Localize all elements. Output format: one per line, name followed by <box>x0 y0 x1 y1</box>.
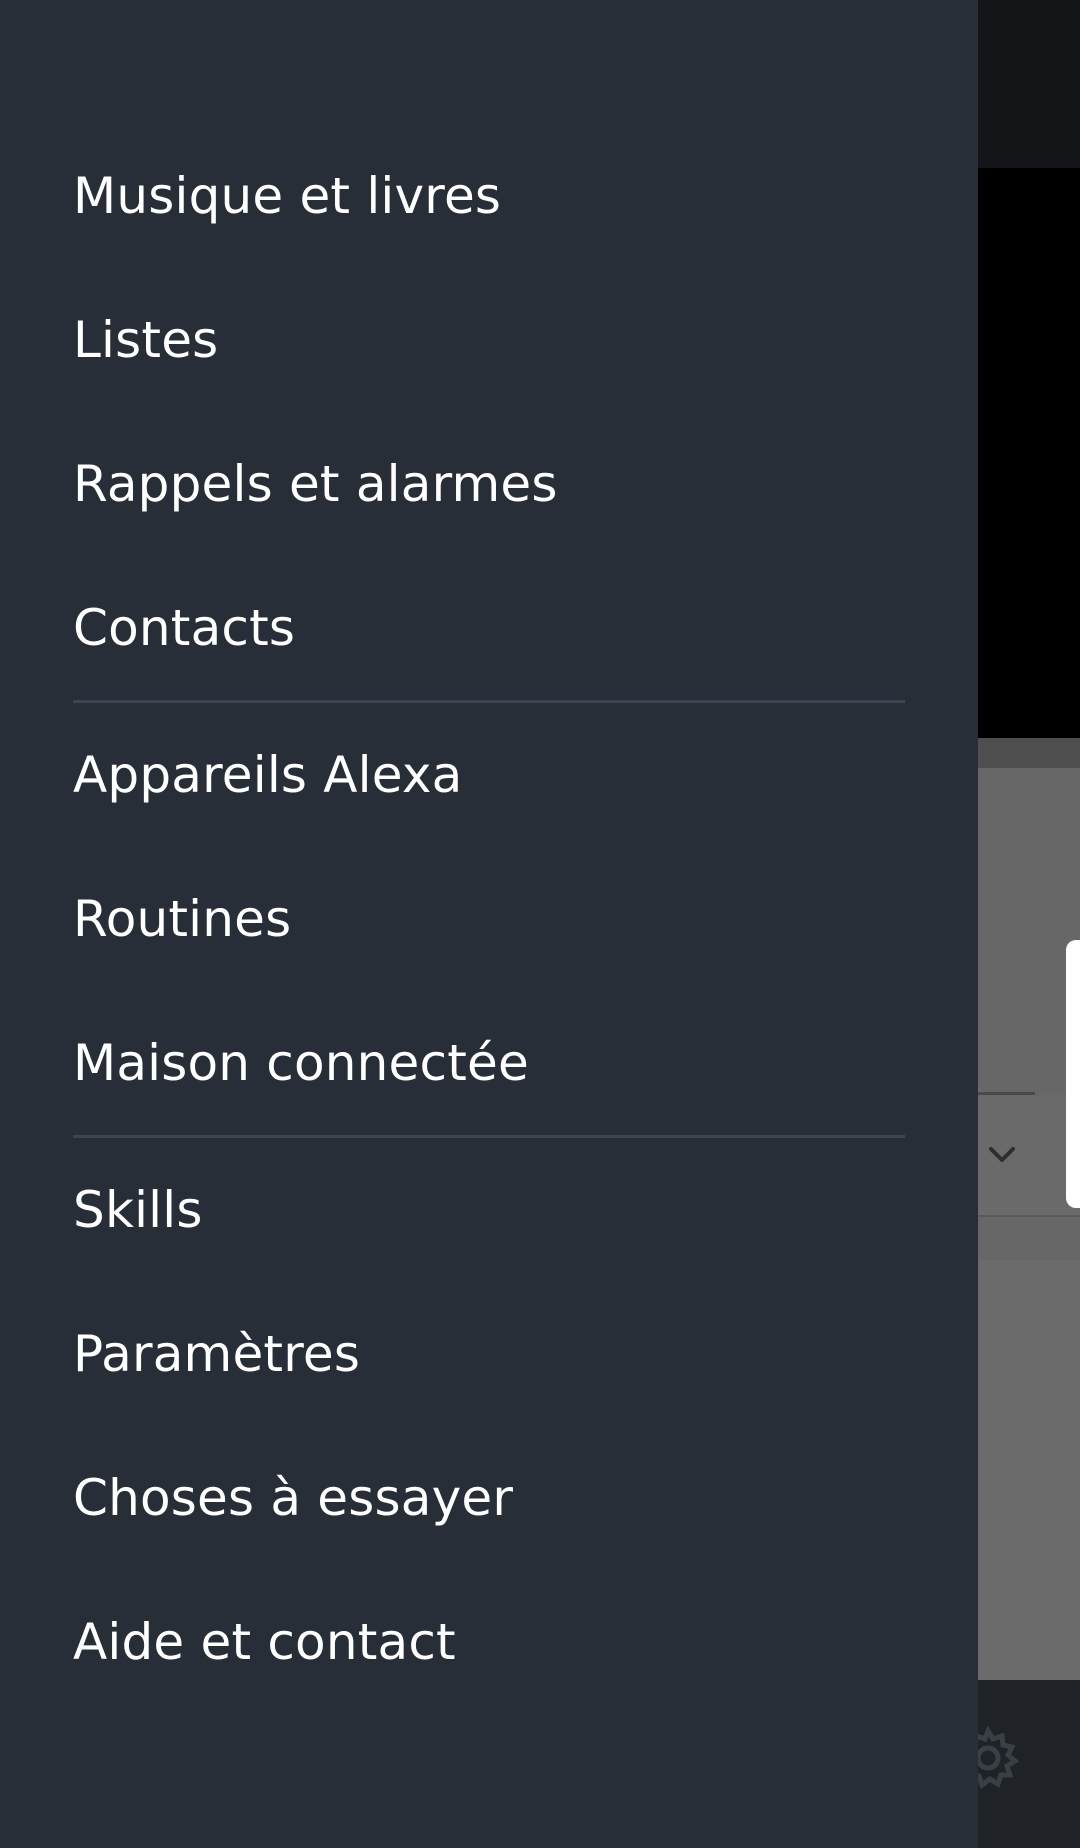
menu-item-skills[interactable]: Skills <box>0 1138 978 1282</box>
drawer-menu: Musique et livres Listes Rappels et alar… <box>0 124 978 1714</box>
menu-item-music-and-books[interactable]: Musique et livres <box>0 124 978 268</box>
menu-item-routines[interactable]: Routines <box>0 847 978 991</box>
menu-item-lists[interactable]: Listes <box>0 268 978 412</box>
chevron-down-icon <box>989 1147 1015 1162</box>
menu-item-things-to-try[interactable]: Choses à essayer <box>0 1426 978 1570</box>
navigation-drawer: Musique et livres Listes Rappels et alar… <box>0 0 978 1848</box>
menu-item-settings[interactable]: Paramètres <box>0 1282 978 1426</box>
menu-item-alexa-devices[interactable]: Appareils Alexa <box>0 703 978 847</box>
background-side-card <box>1066 940 1080 1208</box>
menu-item-help-and-contact[interactable]: Aide et contact <box>0 1570 978 1714</box>
menu-item-contacts[interactable]: Contacts <box>0 556 978 700</box>
menu-item-smart-home[interactable]: Maison connectée <box>0 991 978 1135</box>
menu-item-reminders-and-alarms[interactable]: Rappels et alarmes <box>0 412 978 556</box>
